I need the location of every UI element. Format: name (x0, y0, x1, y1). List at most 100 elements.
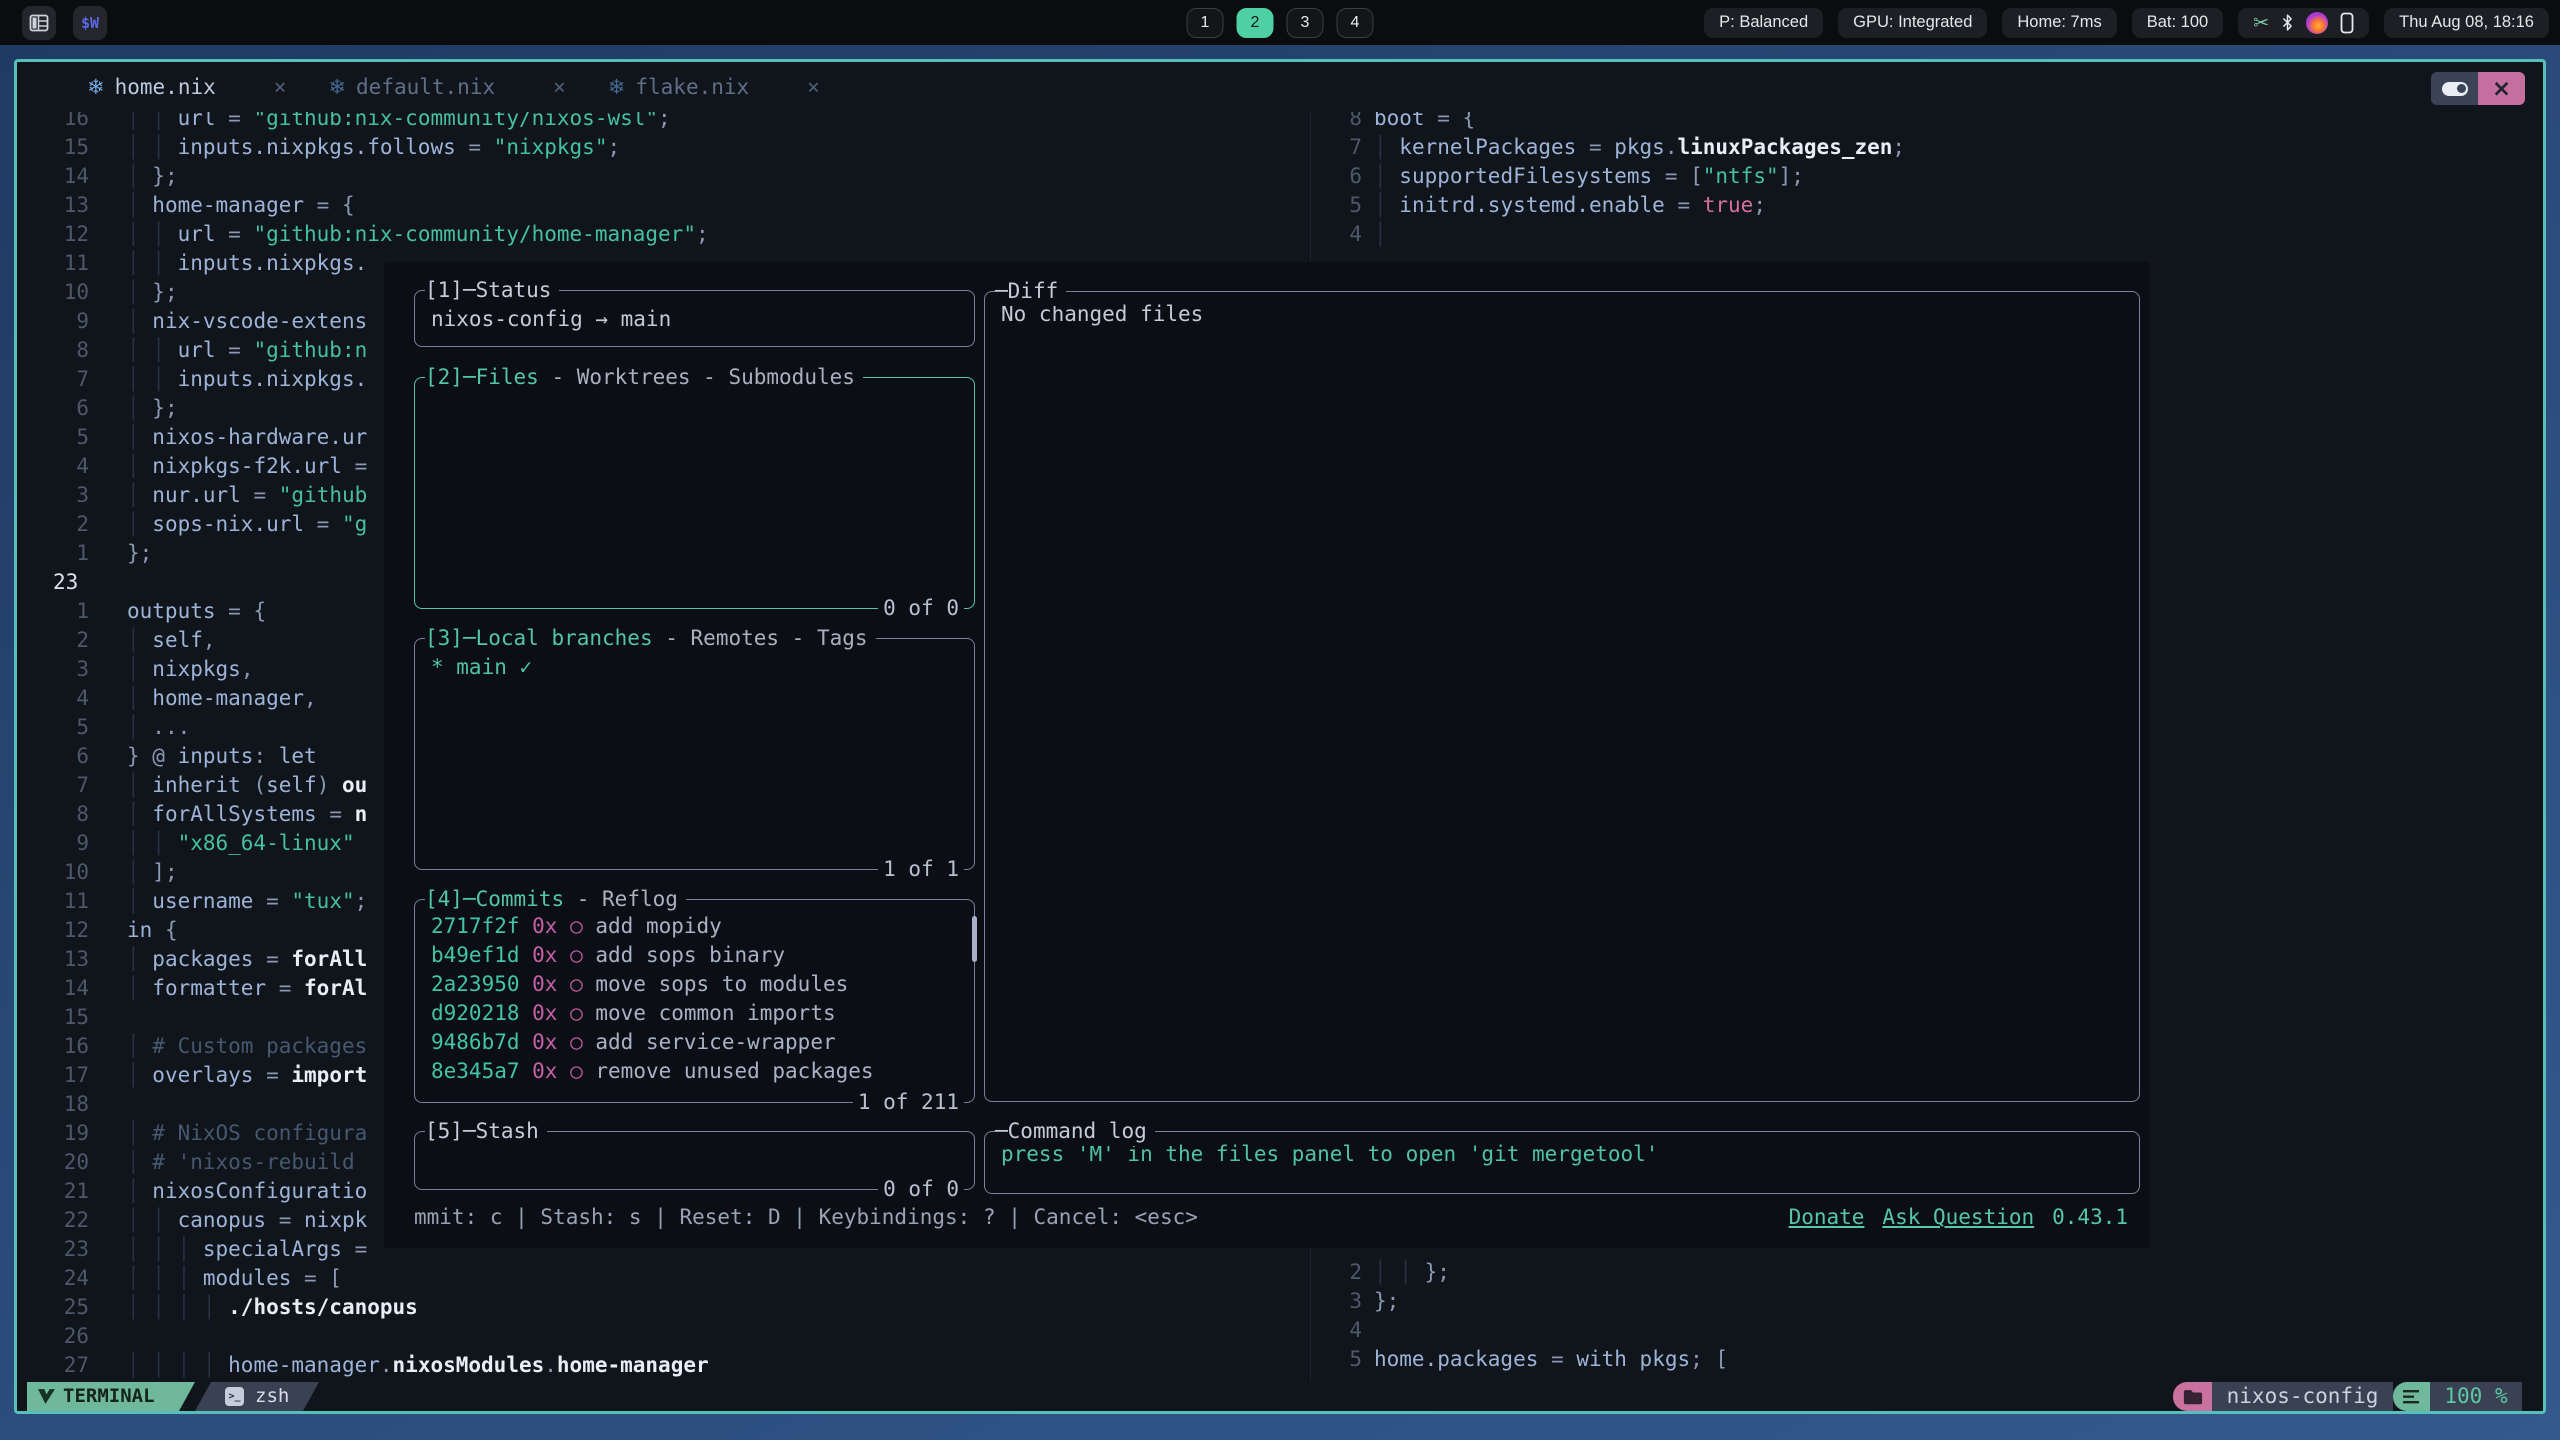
code-line[interactable]: 4│ (1336, 220, 2543, 249)
commits-list: 2717f2f 0x ○ add mopidyb49ef1d 0x ○ add … (415, 900, 974, 1086)
line-number: 9 (17, 829, 89, 858)
network-icon[interactable]: ✂ (2253, 12, 2269, 34)
tab-label: default.nix (356, 75, 495, 99)
commit-row[interactable]: 8e345a7 0x ○ remove unused packages (431, 1057, 958, 1086)
lazygit-command-log-panel[interactable]: ─Command log press 'M' in the files pane… (984, 1131, 2140, 1194)
lazygit-commits-panel[interactable]: [4]─Commits - Reflog 2717f2f 0x ○ add mo… (414, 899, 975, 1103)
commit-row[interactable]: b49ef1d 0x ○ add sops binary (431, 941, 958, 970)
code-text: │ │ "x86_64-linux" (127, 829, 355, 858)
tab-close-icon[interactable]: × (553, 75, 566, 99)
code-line[interactable]: 14│ }; (17, 162, 1312, 191)
media-player-icon[interactable] (2306, 12, 2328, 34)
code-line[interactable]: 13│ home-manager = { (17, 191, 1312, 220)
commit-row[interactable]: 2a23950 0x ○ move sops to modules (431, 970, 958, 999)
code-text: }; (1374, 1287, 1399, 1316)
workspace-logo-icon[interactable]: $W (73, 6, 107, 40)
tab-flake-nix[interactable]: ❄ flake.nix × (608, 62, 820, 112)
scrollbar-thumb[interactable] (972, 916, 977, 962)
code-text: │ self, (127, 626, 216, 655)
code-line[interactable]: 8boot = { (1336, 112, 2543, 133)
commit-row[interactable]: 9486b7d 0x ○ add service-wrapper (431, 1028, 958, 1057)
code-line[interactable]: 15│ │ inputs.nixpkgs.follows = "nixpkgs"… (17, 133, 1312, 162)
code-line[interactable]: 12│ │ url = "github:nix-community/home-m… (17, 220, 1312, 249)
code-line[interactable]: 3}; (1336, 1287, 2543, 1316)
code-text: │ }; (127, 278, 178, 307)
code-text: │ initrd.systemd.enable = true; (1374, 191, 1766, 220)
tab-label: home.nix (115, 75, 216, 99)
lazygit-status-panel[interactable]: [1]─Status nixos-config → main (414, 290, 975, 347)
code-text: │ │ canopus = nixpk (127, 1206, 367, 1235)
code-line[interactable]: 5│ initrd.systemd.enable = true; (1336, 191, 2543, 220)
lazygit-diff-panel[interactable]: ─Diff No changed files (984, 291, 2140, 1102)
code-line[interactable]: 16│ │ url = "github:nix-community/nixos-… (17, 112, 1312, 133)
code-line[interactable]: 24│ │ │ modules = [ (17, 1264, 1312, 1293)
window-close-button[interactable]: × (2478, 72, 2525, 105)
clock-pill[interactable]: Thu Aug 08, 18:16 (2384, 8, 2549, 38)
code-line[interactable]: 6│ supportedFilesystems = ["ntfs"]; (1336, 162, 2543, 191)
code-text: │ }; (127, 394, 178, 423)
code-line[interactable]: 27│ │ │ │ home-manager.nixosModules.home… (17, 1351, 1312, 1380)
line-number: 13 (17, 945, 89, 974)
lazygit-files-panel[interactable]: [2]─Files - Worktrees - Submodules 0 of … (414, 377, 975, 609)
line-number: 15 (17, 1003, 89, 1032)
donate-link[interactable]: Donate (1789, 1203, 1865, 1232)
code-line[interactable]: 26 (17, 1322, 1312, 1351)
code-text: │ │ url = "github:n (127, 336, 367, 365)
workspace-button-3[interactable]: 3 (1287, 8, 1324, 38)
code-text: │ home-manager = { (127, 191, 355, 220)
lazygit-stash-panel[interactable]: [5]─Stash 0 of 0 (414, 1131, 975, 1190)
tab-default-nix[interactable]: ❄ default.nix × (328, 62, 565, 112)
line-number: 9 (17, 307, 89, 336)
code-text: │ │ inputs.nixpkgs.follows = "nixpkgs"; (127, 133, 620, 162)
battery-pill[interactable]: Bat: 100 (2132, 8, 2223, 38)
line-number: 8 (17, 800, 89, 829)
commit-author: 0x (532, 1057, 570, 1086)
phone-icon[interactable] (2340, 12, 2354, 34)
commit-row[interactable]: 2717f2f 0x ○ add mopidy (431, 912, 958, 941)
launcher-icon[interactable] (22, 6, 56, 40)
workspace-button-2-active[interactable]: 2 (1237, 8, 1274, 38)
line-number: 6 (17, 394, 89, 423)
code-text: }; (127, 539, 152, 568)
code-text: boot = { (1374, 112, 1475, 133)
nix-snowflake-icon: ❄ (608, 75, 626, 99)
bluetooth-icon[interactable] (2281, 12, 2294, 33)
code-line[interactable]: 2│ │ }; (1336, 1258, 2543, 1287)
line-number: 27 (17, 1351, 89, 1380)
tab-home-nix[interactable]: ❄ home.nix × (87, 62, 286, 112)
commit-author: 0x (532, 1028, 570, 1057)
code-text: │ kernelPackages = pkgs.linuxPackages_ze… (1374, 133, 1905, 162)
line-number: 6 (17, 742, 89, 771)
workspace-button-1[interactable]: 1 (1187, 8, 1224, 38)
code-line[interactable]: 4 (1336, 1316, 2543, 1345)
window-controls: × (2431, 72, 2525, 105)
tab-close-icon[interactable]: × (274, 75, 287, 99)
line-number: 1 (17, 597, 89, 626)
line-number: 10 (17, 278, 89, 307)
nix-snowflake-icon: ❄ (87, 75, 105, 99)
code-text: │ │ │ │ ./hosts/canopus (127, 1293, 418, 1322)
commit-row[interactable]: d920218 0x ○ move common imports (431, 999, 958, 1028)
panel-title: [2]─Files - Worktrees - Submodules (425, 363, 863, 392)
tab-close-icon[interactable]: × (807, 75, 820, 99)
code-line[interactable]: 5home.packages = with pkgs; [ (1336, 1345, 2543, 1374)
line-number: 11 (17, 887, 89, 916)
ask-question-link[interactable]: Ask Question (1882, 1203, 2034, 1232)
code-text: │ ... (127, 713, 190, 742)
workspace-button-4[interactable]: 4 (1337, 8, 1374, 38)
power-profile-pill[interactable]: P: Balanced (1704, 8, 1823, 38)
window-toggle-button[interactable] (2431, 72, 2478, 105)
lazygit-branches-panel[interactable]: [3]─Local branches - Remotes - Tags * ma… (414, 638, 975, 870)
line-number: 10 (17, 858, 89, 887)
ping-pill[interactable]: Home: 7ms (2002, 8, 2116, 38)
panel-title: [3]─Local branches - Remotes - Tags (425, 624, 876, 653)
editor-pane-right-bottom[interactable]: 2│ │ };3};45home.packages = with pkgs; [ (1336, 1258, 2543, 1374)
code-line[interactable]: 25│ │ │ │ ./hosts/canopus (17, 1293, 1312, 1322)
diff-content: No changed files (985, 292, 2139, 329)
files-count: 0 of 0 (878, 594, 964, 623)
code-text: │ sops-nix.url = "g (127, 510, 367, 539)
gpu-pill[interactable]: GPU: Integrated (1838, 8, 1987, 38)
line-number: 2 (17, 510, 89, 539)
code-line[interactable]: 7│ kernelPackages = pkgs.linuxPackages_z… (1336, 133, 2543, 162)
editor-pane-right-top[interactable]: 8boot = {7│ kernelPackages = pkgs.linuxP… (1336, 112, 2543, 249)
